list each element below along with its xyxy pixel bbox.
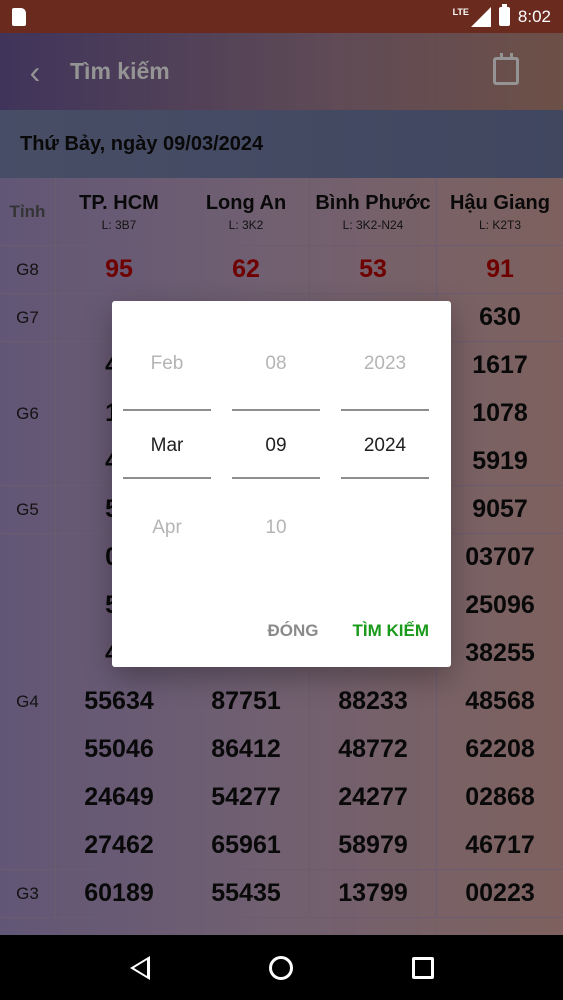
picker-divider: [341, 409, 429, 411]
picker-divider: [232, 409, 320, 411]
network-type: LTE: [452, 6, 469, 17]
month-next[interactable]: Apr: [123, 487, 211, 569]
nav-recents-icon[interactable]: [411, 956, 434, 979]
month-prev[interactable]: Feb: [123, 323, 211, 405]
month-selected[interactable]: Mar: [123, 405, 211, 487]
dialog-actions: ĐÓNG TÌM KIẾM: [268, 621, 430, 641]
picker-divider: [123, 409, 211, 411]
signal-icon: [470, 6, 491, 27]
nav-home-icon[interactable]: [268, 955, 293, 980]
close-button[interactable]: ĐÓNG: [268, 621, 319, 641]
year-next[interactable]: [341, 487, 429, 569]
day-prev[interactable]: 08: [232, 323, 320, 405]
sd-card-icon: [12, 7, 26, 26]
nav-back-icon[interactable]: [129, 955, 150, 980]
system-nav-bar: [0, 935, 563, 1000]
picker-divider: [341, 477, 429, 479]
search-button[interactable]: TÌM KIẾM: [353, 621, 430, 641]
month-picker[interactable]: Feb Mar Apr: [123, 323, 211, 573]
year-selected[interactable]: 2024: [341, 405, 429, 487]
battery-icon: [498, 4, 510, 26]
picker-divider: [232, 477, 320, 479]
day-next[interactable]: 10: [232, 487, 320, 569]
year-picker[interactable]: 2023 2024: [341, 323, 429, 573]
day-selected[interactable]: 09: [232, 405, 320, 487]
year-prev[interactable]: 2023: [341, 323, 429, 405]
clock: 8:02: [517, 6, 551, 26]
status-bar: LTE 8:02: [0, 0, 563, 33]
picker-divider: [123, 477, 211, 479]
day-picker[interactable]: 08 09 10: [232, 323, 320, 573]
date-picker-dialog: Feb Mar Apr 08 09 10 2023 2024 ĐÓNG TÌM …: [112, 301, 451, 667]
